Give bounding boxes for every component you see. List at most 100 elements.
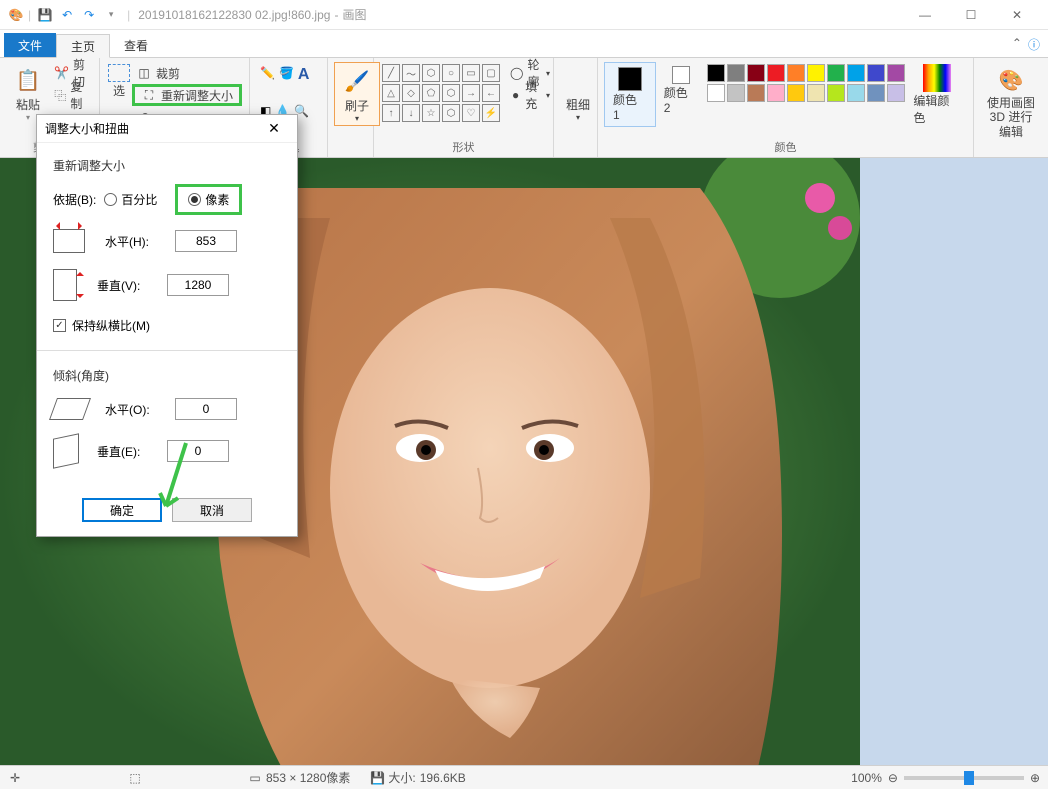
outline-icon: ◯ [510,65,523,81]
maximize-button[interactable]: ☐ [948,0,994,30]
dialog-title: 调整大小和扭曲 [45,120,129,137]
color-swatch[interactable] [727,64,745,82]
quick-access-toolbar: 💾 ↶ ↷ ▾ [37,7,119,23]
cancel-button[interactable]: 取消 [172,498,252,522]
by-label: 依据(B): [53,191,96,208]
crop-icon: ◫ [136,65,152,81]
color-swatch[interactable] [827,64,845,82]
fill-icon[interactable]: 🪣 [279,66,294,80]
vertical-label: 垂直(V): [97,277,167,294]
color-swatch[interactable] [767,64,785,82]
paint3d-icon: 🎨 [995,64,1027,96]
vertical-pictogram [53,269,77,301]
copy-icon: ⿻ [54,87,66,103]
color-palette[interactable] [705,62,907,104]
color2-button[interactable]: 颜色 2 [656,62,706,119]
vertical-input[interactable] [167,274,229,296]
skew-h-label: 水平(O): [105,401,175,418]
zoom-level: 100% [851,771,882,785]
fill-shape-button[interactable]: ●填充▾ [506,84,554,106]
shapes-group-label: 形状 [380,137,547,155]
status-bar: ✛ ⬚ ▭ 853 × 1280像素 💾 大小: 196.6KB 100% ⊖ … [0,765,1048,789]
color-swatch[interactable] [847,84,865,102]
ok-button[interactable]: 确定 [82,498,162,522]
horizontal-label: 水平(H): [105,233,175,250]
qat-dropdown-icon[interactable]: ▾ [103,7,119,23]
thickness-button[interactable]: 粗细 ▾ [560,62,596,124]
app-icon: 🎨 [8,7,24,23]
color-swatch[interactable] [787,64,805,82]
file-size-cell: 💾 大小: 196.6KB [370,769,470,786]
close-button[interactable]: ✕ [994,0,1040,30]
minimize-button[interactable]: — [902,0,948,30]
redo-icon[interactable]: ↷ [81,7,97,23]
aspect-ratio-checkbox[interactable]: ✓ 保持纵横比(M) [53,317,281,334]
paint3d-button[interactable]: 🎨 使用画图 3D 进行编辑 [980,62,1042,141]
brush-icon: 🖌️ [341,65,373,97]
horizontal-input[interactable] [175,230,237,252]
ribbon-group-brush: 🖌️ 刷子 ▾ [328,58,374,157]
tab-home[interactable]: 主页 [56,34,110,58]
skew-section-label: 倾斜(角度) [53,367,281,384]
radio-pixels[interactable]: 像素 [175,184,242,215]
disk-icon: 💾 [370,771,384,785]
zoom-thumb[interactable] [964,771,974,785]
select-icon [108,64,130,82]
zoom-out-button[interactable]: ⊖ [888,771,898,785]
title-bar: 🎨 | 💾 ↶ ↷ ▾ | 20191018162122830 02.jpg!8… [0,0,1048,30]
fill-shape-icon: ● [510,87,521,103]
checkbox-icon: ✓ [53,319,66,332]
dims-icon: ▭ [248,771,262,785]
color-swatch[interactable] [867,64,885,82]
color-swatch[interactable] [707,64,725,82]
tab-view[interactable]: 查看 [110,33,162,57]
edit-colors-button[interactable]: 编辑颜色 [907,62,967,128]
zoom-in-button[interactable]: ⊕ [1030,771,1040,785]
canvas-dims-cell: ▭ 853 × 1280像素 [248,769,350,786]
color1-swatch [618,67,642,91]
copy-button[interactable]: ⿻复制 [50,84,93,106]
radio-percent[interactable]: 百分比 [104,191,157,208]
color-swatch[interactable] [767,84,785,102]
ribbon-group-paint3d: 🎨 使用画图 3D 进行编辑 [974,58,1048,157]
color-swatch[interactable] [747,64,765,82]
shapes-gallery[interactable]: ╱〜⬡○▭▢ △◇⬠⬡→← ↑↓☆⬡♡⚡ [380,62,502,124]
ribbon-group-colors: 颜色 1 颜色 2 编辑颜色 颜色 [598,58,974,157]
dialog-titlebar[interactable]: 调整大小和扭曲 ✕ [37,115,297,143]
color-swatch[interactable] [787,84,805,102]
resize-skew-dialog: 调整大小和扭曲 ✕ 重新调整大小 依据(B): 百分比 像素 水平(H): 垂直… [36,114,298,537]
skew-v-label: 垂直(E): [97,443,167,460]
color-swatch[interactable] [747,84,765,102]
zoom-slider[interactable] [904,776,1024,780]
pencil-icon[interactable]: ✏️ [260,66,275,80]
text-icon[interactable]: A [298,66,310,84]
save-icon[interactable]: 💾 [37,7,53,23]
crop-button[interactable]: ◫裁剪 [132,62,242,84]
color-swatch[interactable] [867,84,885,102]
selection-size-cell: ⬚ [128,771,228,785]
skew-vertical-input[interactable] [167,440,229,462]
collapse-ribbon-icon[interactable]: ⌃ [1012,36,1022,53]
color-swatch[interactable] [847,64,865,82]
undo-icon[interactable]: ↶ [59,7,75,23]
skew-horizontal-input[interactable] [175,398,237,420]
color-swatch[interactable] [887,64,905,82]
color-swatch[interactable] [887,84,905,102]
color-swatch[interactable] [707,84,725,102]
radio-icon [188,193,201,206]
paste-label: 粘贴 [16,96,40,113]
horizontal-pictogram [53,229,85,253]
dialog-close-button[interactable]: ✕ [259,120,289,137]
help-icon[interactable]: ⓘ [1028,36,1040,53]
color-swatch[interactable] [807,64,825,82]
cursor-position-cell: ✛ [8,771,108,785]
resize-icon: ⛶ [141,87,157,103]
color-swatch[interactable] [807,84,825,102]
tab-file[interactable]: 文件 [4,33,56,57]
color-swatch[interactable] [827,84,845,102]
stroke-group-label [560,153,591,155]
color-swatch[interactable] [727,84,745,102]
resize-button[interactable]: ⛶重新调整大小 [132,84,242,106]
color1-button[interactable]: 颜色 1 [604,62,656,127]
rainbow-icon [923,64,951,92]
